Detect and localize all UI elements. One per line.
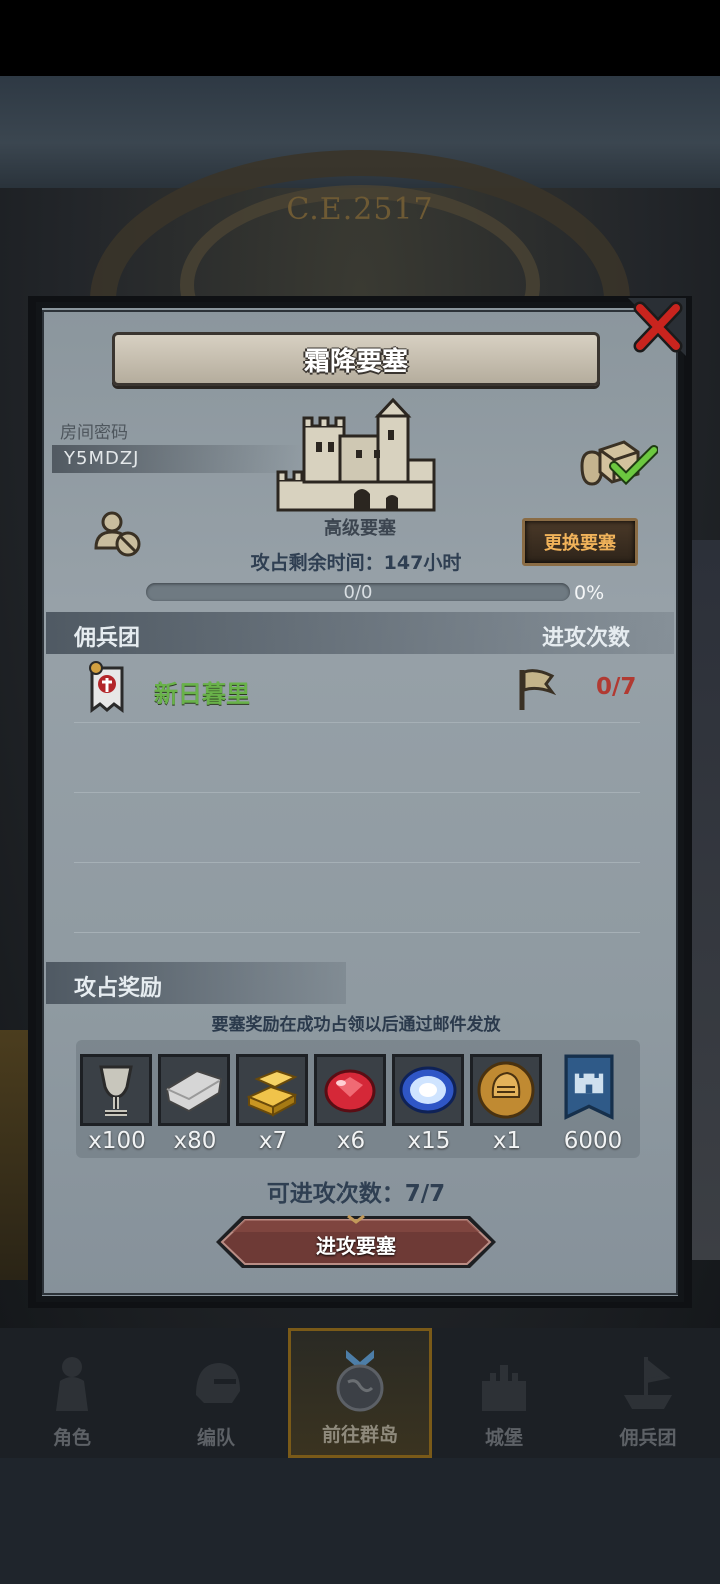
reward-quantity: 6000 xyxy=(563,1128,623,1154)
reward-quantity: x80 xyxy=(173,1128,217,1154)
attack-count-header: 进攻次数 xyxy=(542,626,631,651)
title-banner: 霜降要塞 xyxy=(112,332,600,386)
mercenary-header: 佣兵团 xyxy=(74,626,141,651)
ruby-icon xyxy=(324,1069,376,1113)
nav-label: 角色 xyxy=(52,1427,91,1449)
nav-label: 编队 xyxy=(196,1427,235,1449)
progress-percent: 0% xyxy=(574,582,605,604)
row-divider xyxy=(74,862,640,863)
banner-emblem-icon xyxy=(564,1054,614,1120)
goblet-icon xyxy=(99,1065,133,1116)
globe-icon xyxy=(336,1350,384,1412)
nav-label: 城堡 xyxy=(484,1427,523,1449)
nav-islands[interactable]: 前往群岛 xyxy=(288,1328,432,1458)
reward-item[interactable] xyxy=(392,1054,464,1126)
reward-item[interactable] xyxy=(158,1054,230,1126)
year-label: C.E.2517 xyxy=(286,192,434,227)
reward-item[interactable] xyxy=(236,1054,308,1126)
room-code-label: 房间密码 xyxy=(60,423,128,443)
ship-icon xyxy=(624,1356,672,1409)
guild-attack-count: 0/7 xyxy=(596,674,637,700)
room-code-value[interactable]: Y5MDZJ xyxy=(64,448,139,469)
progress-text: 0/0 xyxy=(343,582,373,603)
reward-item[interactable] xyxy=(470,1054,542,1126)
nav-castle[interactable]: 城堡 xyxy=(432,1328,576,1458)
nav-character[interactable]: 角色 xyxy=(0,1328,144,1458)
helmet-coin-icon xyxy=(477,1061,535,1119)
fortress-castle-icon xyxy=(276,397,436,512)
row-divider xyxy=(74,722,640,723)
helmet-icon xyxy=(196,1363,240,1403)
nav-label: 前往群岛 xyxy=(321,1424,398,1446)
row-divider xyxy=(74,792,640,793)
reward-item[interactable] xyxy=(552,1054,626,1126)
dialog-title: 霜降要塞 xyxy=(303,346,408,377)
status-bar xyxy=(0,0,720,76)
knight-icon xyxy=(56,1357,88,1411)
close-icon[interactable] xyxy=(628,298,686,356)
nav-mercenary[interactable]: 佣兵团 xyxy=(576,1328,720,1458)
reward-quantity: x6 xyxy=(336,1128,366,1154)
bottom-fill xyxy=(0,1458,720,1584)
nav-label: 佣兵团 xyxy=(619,1427,677,1449)
supply-check-icon[interactable] xyxy=(578,436,658,488)
attacks-remaining: 可进攻次数：7/7 xyxy=(266,1181,446,1207)
rewards-header: 攻占奖励 xyxy=(74,976,163,1001)
guild-name[interactable]: 新日暮里 xyxy=(154,674,250,709)
flag-icon xyxy=(519,669,556,710)
attack-fortress-label: 进攻要塞 xyxy=(316,1234,396,1258)
row-divider xyxy=(74,932,640,933)
reward-quantity: x1 xyxy=(492,1128,522,1154)
left-edge-decoration xyxy=(0,1030,30,1280)
reward-item[interactable] xyxy=(314,1054,386,1126)
reward-quantity: x15 xyxy=(407,1128,451,1154)
reward-quantity: x7 xyxy=(258,1128,288,1154)
crystal-icon xyxy=(399,1066,457,1114)
reward-item[interactable] xyxy=(80,1054,152,1126)
rewards-note: 要塞奖励在成功占领以后通过邮件发放 xyxy=(211,1015,501,1035)
remaining-time: 攻占剩余时间：147小时 xyxy=(250,552,462,574)
stone-icon xyxy=(165,1069,223,1113)
guild-banner-icon xyxy=(89,661,124,713)
gold-bar-icon xyxy=(246,1069,298,1117)
castle-icon xyxy=(482,1365,526,1411)
nav-formation[interactable]: 编队 xyxy=(144,1328,288,1458)
reward-quantity: x100 xyxy=(88,1128,146,1154)
